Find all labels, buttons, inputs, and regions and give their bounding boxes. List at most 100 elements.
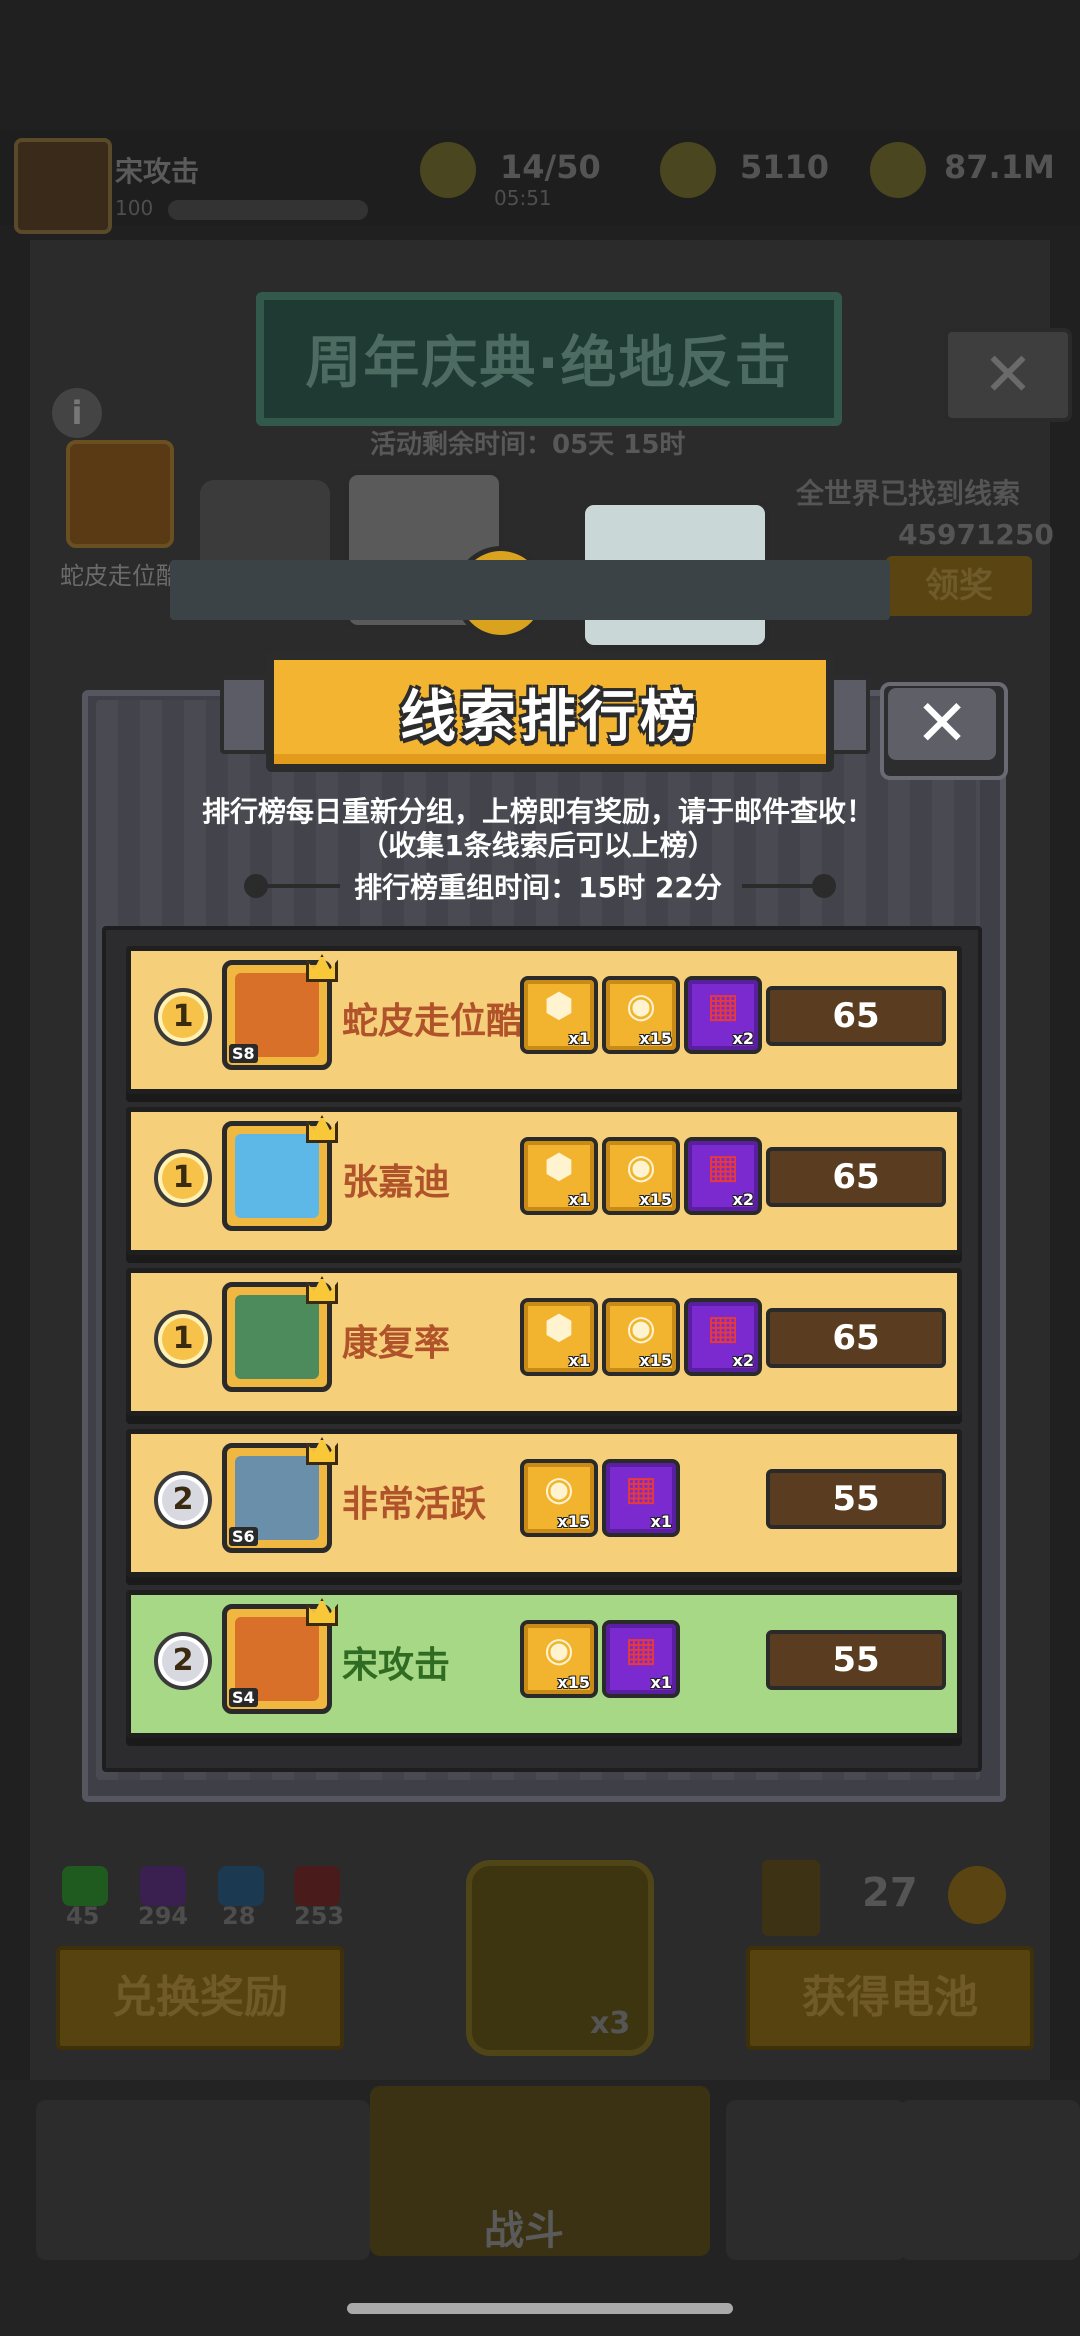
player-level: 100	[115, 196, 154, 220]
reward-item[interactable]: ▦ x2	[684, 1137, 762, 1215]
reward-item[interactable]: ◉ x15	[520, 1459, 598, 1537]
gift-box-icon: ▦	[706, 986, 740, 1026]
battery-count: 27	[862, 1870, 918, 1916]
reward-quantity: x1	[568, 1190, 590, 1209]
coin-pack-icon: ◉	[544, 1630, 574, 1670]
reward-item[interactable]: ◉ x15	[602, 1137, 680, 1215]
reward-item[interactable]: ▦ x1	[602, 1459, 680, 1537]
reward-item[interactable]: ⬢ x1	[520, 1137, 598, 1215]
reward-quantity: x1	[568, 1351, 590, 1370]
energy-timer: 05:51	[494, 186, 552, 210]
player-name: 非常活跃	[342, 1484, 487, 1525]
score-value: 65	[766, 1147, 946, 1207]
player-avatar[interactable]	[14, 138, 112, 234]
blue-gem-icon	[218, 1866, 264, 1906]
side-avatar-label: 蛇皮走位酷	[60, 562, 180, 590]
avatar-level-badge: S4	[229, 1688, 258, 1707]
reward-item[interactable]: ⬢ x1	[520, 976, 598, 1054]
reward-quantity: x2	[732, 1190, 754, 1209]
reward-quantity: x2	[732, 1351, 754, 1370]
gold-value: 87.1M	[944, 148, 1055, 186]
avatar-level-badge: S6	[229, 1527, 258, 1546]
reward-item[interactable]: ▦ x1	[602, 1620, 680, 1698]
nav-item-heroes[interactable]	[190, 2100, 370, 2260]
reward-quantity: x1	[568, 1029, 590, 1048]
event-remaining-time: 活动剩余时间：05天 15时	[370, 430, 686, 460]
reward-item[interactable]: ◉ x15	[602, 1298, 680, 1376]
score-value: 55	[766, 1469, 946, 1529]
player-name: 宋攻击	[342, 1645, 451, 1686]
rank-medal: 2	[154, 1471, 212, 1529]
purple-gem-icon	[140, 1866, 186, 1906]
rank-medal: 1	[154, 988, 212, 1046]
player-name: 宋攻击	[115, 155, 200, 188]
energy-value: 14/50	[500, 148, 601, 186]
green-gem-icon	[62, 1866, 108, 1906]
gift-box-icon: ▦	[706, 1308, 740, 1348]
xp-bar	[168, 200, 368, 220]
gift-box-icon: ▦	[624, 1630, 658, 1670]
magnifier-multiplier: x3	[590, 2006, 631, 2041]
reward-item[interactable]: ◉ x15	[520, 1620, 598, 1698]
nav-item-more[interactable]	[900, 2100, 1080, 2260]
coin-pack-icon: ◉	[626, 1147, 656, 1187]
claim-button[interactable]: 领奖	[886, 556, 1032, 616]
leaderboard-requirement: （收集1条线索后可以上榜）	[360, 829, 716, 862]
coin-icon	[660, 142, 716, 198]
avatar-portrait	[235, 1134, 319, 1218]
red-gem-icon	[294, 1866, 340, 1906]
purple-gem-count: 294	[138, 1902, 189, 1930]
world-clues-label: 全世界已找到线索	[796, 477, 1021, 510]
score-value: 65	[766, 1308, 946, 1368]
get-battery-button[interactable]: 获得电池	[746, 1946, 1034, 2050]
rank-medal: 2	[154, 1632, 212, 1690]
reward-item[interactable]: ◉ x15	[602, 976, 680, 1054]
title-left-bracket	[220, 676, 268, 754]
side-avatar[interactable]	[66, 440, 174, 548]
reward-quantity: x2	[732, 1029, 754, 1048]
score-value: 55	[766, 1630, 946, 1690]
reward-quantity: x15	[557, 1512, 590, 1531]
reward-item[interactable]: ▦ x2	[684, 976, 762, 1054]
reward-item[interactable]: ⬢ x1	[520, 1298, 598, 1376]
reward-quantity: x1	[650, 1673, 672, 1692]
info-icon[interactable]: i	[52, 388, 102, 438]
coin-pack-icon: ◉	[626, 986, 656, 1026]
event-banner-title: 周年庆典·绝地反击	[305, 331, 793, 396]
energy-icon	[420, 142, 476, 198]
reward-quantity: x1	[650, 1512, 672, 1531]
coin-pack-icon: ◉	[544, 1469, 574, 1509]
exchange-rewards-button[interactable]: 兑换奖励	[56, 1946, 344, 2050]
nav-battle-label: 战斗	[484, 2208, 564, 2254]
red-gem-count: 253	[294, 1902, 345, 1930]
reward-quantity: x15	[557, 1673, 590, 1692]
chest-icon: ⬢	[544, 1147, 574, 1187]
counter-desk	[170, 560, 890, 620]
coin-value: 5110	[740, 148, 830, 186]
nav-item-shop[interactable]	[36, 2100, 216, 2260]
reset-time: 排行榜重组时间：15时 22分	[354, 871, 722, 904]
player-name: 康复率	[342, 1323, 451, 1364]
blue-gem-count: 28	[222, 1902, 256, 1930]
player-name: 蛇皮走位酷	[342, 1001, 523, 1042]
battery-icon	[762, 1860, 820, 1936]
rank-medal: 1	[154, 1149, 212, 1207]
world-clues-count: 45971250	[898, 518, 1054, 551]
gift-box-icon: ▦	[706, 1147, 740, 1187]
score-value: 65	[766, 986, 946, 1046]
modal-title: 线索排行榜	[400, 685, 700, 750]
home-indicator	[347, 2303, 733, 2314]
avatar-portrait	[235, 1295, 319, 1379]
gift-box-icon: ▦	[624, 1469, 658, 1509]
avatar-level-badge: S8	[229, 1044, 258, 1063]
nav-item-arena[interactable]	[726, 2100, 906, 2260]
event-close-button[interactable]: ✕	[944, 328, 1072, 422]
close-icon[interactable]: ✕	[888, 688, 996, 760]
reward-item[interactable]: ▦ x2	[684, 1298, 762, 1376]
green-gem-count: 45	[66, 1902, 100, 1930]
reward-quantity: x15	[639, 1029, 672, 1048]
add-battery-icon[interactable]	[948, 1866, 1006, 1924]
chest-icon: ⬢	[544, 986, 574, 1026]
reward-quantity: x15	[639, 1351, 672, 1370]
coin-pack-icon: ◉	[626, 1308, 656, 1348]
